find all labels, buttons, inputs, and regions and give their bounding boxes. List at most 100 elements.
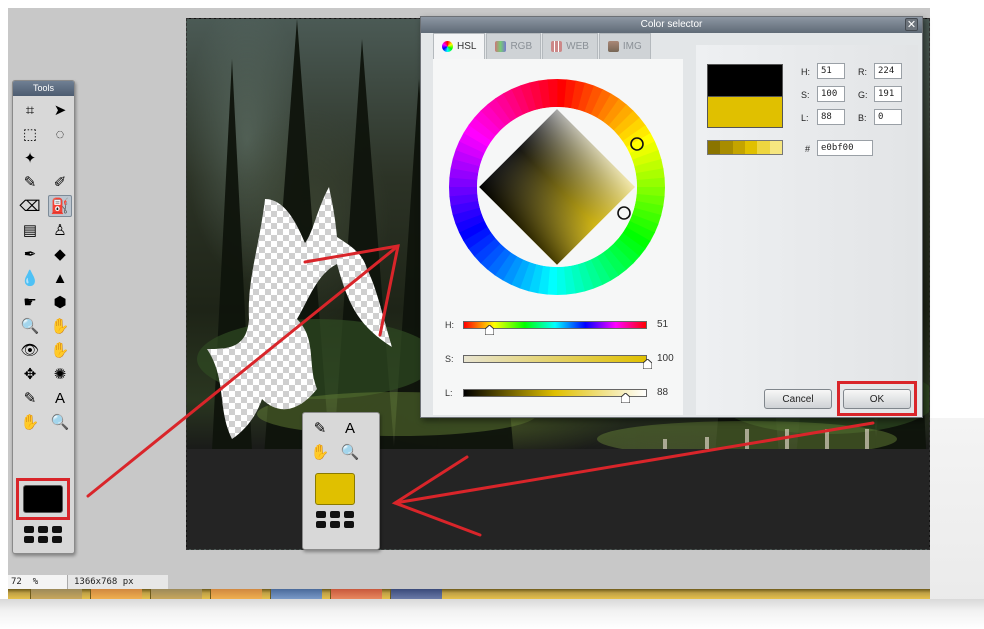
tools-inset-grid: ✎ A ✋ 🔍 [303, 413, 379, 465]
dialog-titlebar[interactable]: Color selector ✕ [421, 17, 922, 33]
h-field[interactable]: 51 [817, 63, 845, 79]
saturation-slider-row: S: 100 [439, 353, 689, 369]
color-replace-icon[interactable]: ✒ [18, 243, 42, 265]
zoom-level-value: 72 [11, 577, 22, 587]
hue-slider-row: H: 51 [439, 319, 689, 335]
g-field-label: G: [858, 90, 868, 100]
sharpen-icon[interactable]: ▲ [48, 267, 72, 289]
hand-icon[interactable]: ✋ [18, 411, 42, 433]
move-icon[interactable]: ➤ [48, 99, 72, 121]
s-field-label: S: [801, 90, 810, 100]
g-field[interactable]: 191 [874, 86, 902, 102]
right-gray-pane [930, 418, 984, 629]
h-field-label: H: [801, 67, 810, 77]
color-picker-icon[interactable]: ✎ [308, 417, 332, 439]
burn-icon[interactable]: ✋ [48, 315, 72, 337]
lightness-slider-thumb[interactable] [620, 393, 630, 403]
crop-icon[interactable]: ⌗ [18, 99, 42, 121]
tools-panel-title: Tools [13, 81, 74, 96]
ok-button-highlight [837, 381, 917, 416]
pencil-icon[interactable]: ✎ [18, 171, 42, 193]
l-field-label: L: [801, 113, 809, 123]
primary-color-swatch[interactable] [23, 485, 63, 513]
gradient-icon[interactable]: ▤ [18, 219, 42, 241]
sponge-icon[interactable]: ⬢ [48, 291, 72, 313]
zoom-icon[interactable]: 🔍 [338, 441, 362, 463]
taskbar-item[interactable] [330, 589, 382, 599]
hue-slider-value: 51 [657, 319, 669, 330]
b-field[interactable]: 0 [874, 109, 902, 125]
image-icon [607, 41, 619, 52]
status-bar: 72 % 1366x768 px [8, 575, 168, 589]
eraser-icon[interactable]: ⌫ [18, 195, 42, 217]
shade-strip[interactable] [707, 140, 783, 155]
clone-stamp-icon[interactable]: ♙ [48, 219, 72, 241]
taskbar-item[interactable] [90, 589, 142, 599]
r-field[interactable]: 224 [874, 63, 902, 79]
tab-label: IMG [622, 41, 642, 52]
saturation-slider-thumb[interactable] [643, 359, 652, 369]
tab-hsl[interactable]: HSL [433, 33, 486, 59]
dodge-icon[interactable]: 🔍 [18, 315, 42, 337]
hsl-wheel-icon [442, 41, 453, 52]
hue-wheel[interactable] [447, 77, 667, 297]
new-color-preview [707, 64, 783, 97]
tools-grid: ⌗ ➤ ⬚ ◌ ✦ ✎ ✐ ⌫ ⛽ ▤ ♙ ✒ ◆ 💧 ▲ ☛ ⬢ 🔍 ✋ 👁 ✋ ✥ ✺ ✎ A ✋ 🔍 [13, 96, 74, 435]
type-icon[interactable]: A [338, 417, 362, 439]
tab-label: WEB [566, 41, 589, 52]
hex-field-label: # [805, 144, 811, 154]
primary-color-swatch-inset[interactable] [315, 473, 355, 505]
image-size-readout: 1366x768 px [74, 577, 134, 587]
taskbar-item[interactable] [210, 589, 262, 599]
dialog-title: Color selector [640, 19, 703, 30]
bloat-icon[interactable]: ✥ [18, 363, 42, 385]
pinch-icon[interactable]: ✺ [48, 363, 72, 385]
b-field-label: B: [858, 113, 867, 123]
lightness-slider-label: L: [445, 388, 453, 398]
tab-label: RGB [510, 41, 533, 52]
hue-slider-label: H: [445, 320, 454, 330]
tab-rgb[interactable]: RGB [486, 33, 542, 59]
saturation-slider-value: 100 [657, 353, 674, 364]
screenshot-stage: Tools ⌗ ➤ ⬚ ◌ ✦ ✎ ✐ ⌫ ⛽ ▤ ♙ ✒ ◆ 💧 ▲ ☛ ⬢ 🔍 ✋ 👁 ✋ ✥ ✺ ✎ A ✋ 🔍 ✎ A ✋ 🔍 C… [0, 0, 984, 629]
swatch-dots-inset[interactable] [316, 511, 354, 528]
dialog-tabs: HSL RGB WEB IMG [433, 33, 652, 59]
drawing-icon[interactable]: ◆ [48, 243, 72, 265]
lasso-icon[interactable]: ◌ [48, 123, 72, 145]
hand-icon[interactable]: ✋ [308, 441, 332, 463]
lightness-slider-row: L: 88 [439, 387, 689, 403]
zoom-icon[interactable]: 🔍 [48, 411, 72, 433]
blur-icon[interactable]: 💧 [18, 267, 42, 289]
l-field[interactable]: 88 [817, 109, 845, 125]
tab-label: HSL [457, 41, 477, 52]
cancel-button[interactable]: Cancel [764, 389, 832, 409]
taskbar-item[interactable] [270, 589, 322, 599]
taskbar-item[interactable] [30, 589, 82, 599]
swatch-dots[interactable] [24, 526, 62, 543]
color-selector-dialog: Color selector ✕ HSL RGB WEB IMG H: 51 S… [420, 16, 923, 418]
hue-slider-thumb[interactable] [484, 325, 494, 335]
tab-web[interactable]: WEB [542, 33, 598, 59]
rgb-icon [495, 41, 507, 52]
brush-icon[interactable]: ✐ [48, 171, 72, 193]
tab-img[interactable]: IMG [598, 33, 651, 59]
marquee-select-icon[interactable]: ⬚ [18, 123, 42, 145]
magic-wand-icon[interactable]: ✦ [18, 147, 42, 169]
bottom-margin [0, 599, 984, 629]
close-icon[interactable]: ✕ [905, 18, 918, 31]
smudge-icon[interactable]: ☛ [18, 291, 42, 313]
taskbar-item[interactable] [150, 589, 202, 599]
zoom-level-field[interactable]: 72 % [8, 575, 68, 589]
saturation-slider[interactable] [463, 355, 647, 363]
lightness-slider[interactable] [463, 389, 647, 397]
lightness-slider-value: 88 [657, 387, 669, 398]
tools-inset-zoom: ✎ A ✋ 🔍 [302, 412, 380, 550]
paint-bucket-icon[interactable]: ⛽ [48, 195, 72, 217]
spot-heal-icon[interactable]: ✋ [48, 339, 72, 361]
s-field[interactable]: 100 [817, 86, 845, 102]
red-eye-icon[interactable]: 👁 [18, 339, 42, 361]
hex-field[interactable]: e0bf00 [817, 140, 873, 156]
type-icon[interactable]: A [48, 387, 72, 409]
color-picker-icon[interactable]: ✎ [18, 387, 42, 409]
taskbar-item[interactable] [390, 589, 442, 599]
